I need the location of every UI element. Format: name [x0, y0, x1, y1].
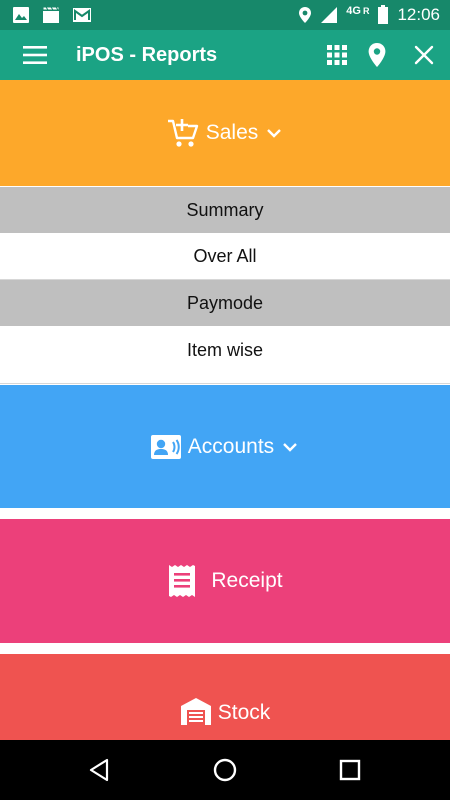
sales-item-label: Over All [193, 245, 257, 266]
recents-button[interactable] [336, 756, 364, 784]
sales-section-header[interactable]: Sales [0, 80, 450, 186]
image-icon [13, 7, 29, 23]
sales-item-label: Paymode [186, 292, 264, 313]
stock-label: Stock [217, 701, 271, 724]
close-button[interactable] [411, 42, 437, 68]
back-button[interactable] [86, 756, 114, 784]
status-bar-system: 4G R 12:06 [298, 4, 440, 26]
status-bar-notifications [12, 6, 92, 24]
signal-icon [321, 7, 338, 23]
navigation-bar [0, 740, 450, 800]
location-pin-icon [368, 43, 386, 67]
cart-add-icon [167, 119, 198, 147]
page-title: iPOS - Reports [76, 44, 218, 66]
battery-icon [378, 5, 389, 24]
location-button[interactable] [364, 42, 390, 68]
receipt-section-header[interactable]: Receipt [0, 519, 450, 643]
sales-label: Sales [205, 121, 259, 144]
home-icon [213, 758, 237, 782]
clock: 12:06 [397, 5, 440, 24]
home-button[interactable] [211, 756, 239, 784]
stock-section-header[interactable]: Stock [0, 654, 450, 740]
menu-button[interactable] [22, 43, 48, 67]
grid-button[interactable] [324, 42, 350, 68]
recents-icon [339, 759, 361, 781]
close-icon [414, 45, 434, 65]
sales-item-paymode[interactable]: Paymode [0, 280, 450, 326]
receipt-label: Receipt [211, 569, 283, 592]
chevron-down-icon [267, 129, 282, 138]
sales-item-label: Item wise [186, 339, 264, 360]
roaming-label: R [362, 6, 370, 16]
hamburger-menu-icon [23, 46, 47, 64]
status-bar: 4G R 12:06 [0, 0, 450, 30]
network-type-label: 4G [346, 5, 361, 17]
clapperboard-icon [42, 6, 60, 23]
location-icon [299, 7, 312, 23]
sales-item-summary[interactable]: Summary [0, 187, 450, 233]
sales-item-item-wise[interactable]: Item wise [0, 327, 450, 373]
accounts-section-header[interactable]: Accounts [0, 385, 450, 508]
back-icon [89, 758, 109, 782]
sales-item-label: Summary [186, 199, 264, 220]
warehouse-icon [180, 698, 211, 725]
divider [0, 383, 450, 384]
chevron-down-icon [283, 442, 298, 452]
gmail-icon [73, 8, 91, 22]
sales-item-over-all[interactable]: Over All [0, 233, 450, 279]
app-bar: iPOS - Reports [0, 30, 450, 80]
receipt-icon [169, 565, 196, 597]
contact-card-icon [150, 434, 181, 459]
grid-icon [327, 45, 347, 65]
accounts-label: Accounts [187, 434, 275, 458]
